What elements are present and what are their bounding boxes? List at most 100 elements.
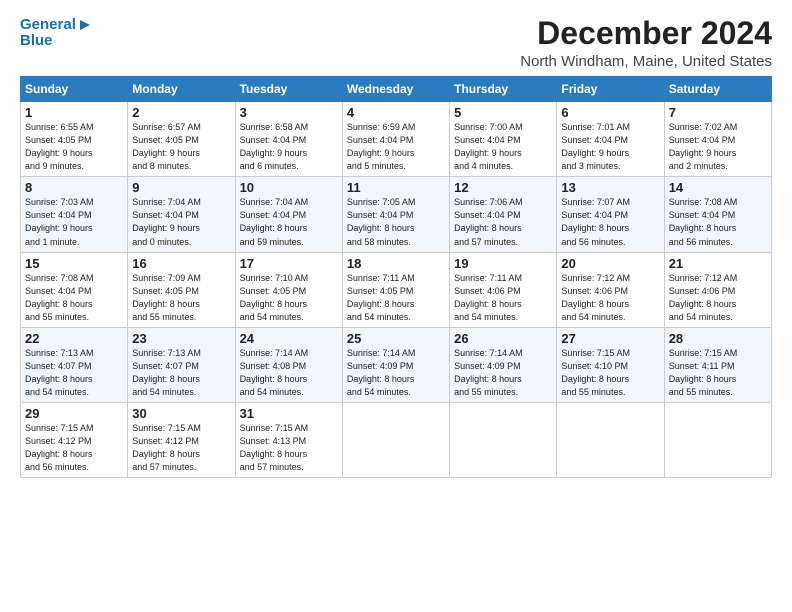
day-info: Sunrise: 7:02 AMSunset: 4:04 PMDaylight:… (669, 121, 767, 173)
calendar-cell: 7Sunrise: 7:02 AMSunset: 4:04 PMDaylight… (664, 102, 771, 177)
day-info: Sunrise: 6:55 AMSunset: 4:05 PMDaylight:… (25, 121, 123, 173)
day-info: Sunrise: 7:13 AMSunset: 4:07 PMDaylight:… (25, 347, 123, 399)
calendar-page: General Blue December 2024 North Windham… (0, 0, 792, 612)
calendar-cell (557, 402, 664, 477)
day-info: Sunrise: 7:11 AMSunset: 4:06 PMDaylight:… (454, 272, 552, 324)
header-wednesday: Wednesday (342, 77, 449, 102)
day-number: 16 (132, 256, 230, 271)
day-number: 13 (561, 180, 659, 195)
day-number: 11 (347, 180, 445, 195)
month-title: December 2024 (520, 16, 772, 51)
day-number: 27 (561, 331, 659, 346)
day-number: 25 (347, 331, 445, 346)
day-info: Sunrise: 6:59 AMSunset: 4:04 PMDaylight:… (347, 121, 445, 173)
day-info: Sunrise: 6:58 AMSunset: 4:04 PMDaylight:… (240, 121, 338, 173)
logo-blue: Blue (20, 32, 92, 50)
week-row-2: 8Sunrise: 7:03 AMSunset: 4:04 PMDaylight… (21, 177, 772, 252)
calendar-cell: 28Sunrise: 7:15 AMSunset: 4:11 PMDayligh… (664, 327, 771, 402)
day-info: Sunrise: 7:13 AMSunset: 4:07 PMDaylight:… (132, 347, 230, 399)
header-saturday: Saturday (664, 77, 771, 102)
day-number: 7 (669, 105, 767, 120)
calendar-cell: 4Sunrise: 6:59 AMSunset: 4:04 PMDaylight… (342, 102, 449, 177)
day-info: Sunrise: 7:04 AMSunset: 4:04 PMDaylight:… (132, 196, 230, 248)
header-friday: Friday (557, 77, 664, 102)
calendar-cell: 15Sunrise: 7:08 AMSunset: 4:04 PMDayligh… (21, 252, 128, 327)
day-number: 19 (454, 256, 552, 271)
calendar-cell: 10Sunrise: 7:04 AMSunset: 4:04 PMDayligh… (235, 177, 342, 252)
day-info: Sunrise: 7:11 AMSunset: 4:05 PMDaylight:… (347, 272, 445, 324)
logo-triangle-icon (78, 18, 92, 32)
calendar-cell: 29Sunrise: 7:15 AMSunset: 4:12 PMDayligh… (21, 402, 128, 477)
day-number: 20 (561, 256, 659, 271)
day-number: 21 (669, 256, 767, 271)
day-info: Sunrise: 7:15 AMSunset: 4:10 PMDaylight:… (561, 347, 659, 399)
calendar-cell: 19Sunrise: 7:11 AMSunset: 4:06 PMDayligh… (450, 252, 557, 327)
day-info: Sunrise: 7:15 AMSunset: 4:12 PMDaylight:… (132, 422, 230, 474)
day-info: Sunrise: 7:14 AMSunset: 4:09 PMDaylight:… (454, 347, 552, 399)
day-number: 17 (240, 256, 338, 271)
day-info: Sunrise: 6:57 AMSunset: 4:05 PMDaylight:… (132, 121, 230, 173)
calendar-cell: 16Sunrise: 7:09 AMSunset: 4:05 PMDayligh… (128, 252, 235, 327)
day-number: 2 (132, 105, 230, 120)
calendar-cell: 25Sunrise: 7:14 AMSunset: 4:09 PMDayligh… (342, 327, 449, 402)
day-info: Sunrise: 7:14 AMSunset: 4:09 PMDaylight:… (347, 347, 445, 399)
calendar-cell: 21Sunrise: 7:12 AMSunset: 4:06 PMDayligh… (664, 252, 771, 327)
week-row-4: 22Sunrise: 7:13 AMSunset: 4:07 PMDayligh… (21, 327, 772, 402)
calendar-cell: 27Sunrise: 7:15 AMSunset: 4:10 PMDayligh… (557, 327, 664, 402)
header-sunday: Sunday (21, 77, 128, 102)
day-number: 18 (347, 256, 445, 271)
calendar-cell: 14Sunrise: 7:08 AMSunset: 4:04 PMDayligh… (664, 177, 771, 252)
calendar-cell: 26Sunrise: 7:14 AMSunset: 4:09 PMDayligh… (450, 327, 557, 402)
calendar-cell: 12Sunrise: 7:06 AMSunset: 4:04 PMDayligh… (450, 177, 557, 252)
day-number: 15 (25, 256, 123, 271)
calendar-cell: 17Sunrise: 7:10 AMSunset: 4:05 PMDayligh… (235, 252, 342, 327)
header: General Blue December 2024 North Windham… (20, 16, 772, 70)
header-thursday: Thursday (450, 77, 557, 102)
week-row-3: 15Sunrise: 7:08 AMSunset: 4:04 PMDayligh… (21, 252, 772, 327)
calendar-cell: 23Sunrise: 7:13 AMSunset: 4:07 PMDayligh… (128, 327, 235, 402)
logo: General Blue (20, 16, 92, 50)
day-number: 24 (240, 331, 338, 346)
day-number: 14 (669, 180, 767, 195)
day-number: 12 (454, 180, 552, 195)
day-info: Sunrise: 7:00 AMSunset: 4:04 PMDaylight:… (454, 121, 552, 173)
calendar-cell: 6Sunrise: 7:01 AMSunset: 4:04 PMDaylight… (557, 102, 664, 177)
day-info: Sunrise: 7:12 AMSunset: 4:06 PMDaylight:… (561, 272, 659, 324)
calendar-cell: 9Sunrise: 7:04 AMSunset: 4:04 PMDaylight… (128, 177, 235, 252)
day-info: Sunrise: 7:08 AMSunset: 4:04 PMDaylight:… (25, 272, 123, 324)
calendar-cell (342, 402, 449, 477)
day-info: Sunrise: 7:03 AMSunset: 4:04 PMDaylight:… (25, 196, 123, 248)
day-info: Sunrise: 7:07 AMSunset: 4:04 PMDaylight:… (561, 196, 659, 248)
day-number: 8 (25, 180, 123, 195)
header-row: SundayMondayTuesdayWednesdayThursdayFrid… (21, 77, 772, 102)
day-number: 10 (240, 180, 338, 195)
day-info: Sunrise: 7:10 AMSunset: 4:05 PMDaylight:… (240, 272, 338, 324)
day-number: 4 (347, 105, 445, 120)
day-number: 28 (669, 331, 767, 346)
day-info: Sunrise: 7:06 AMSunset: 4:04 PMDaylight:… (454, 196, 552, 248)
day-number: 22 (25, 331, 123, 346)
calendar-cell: 13Sunrise: 7:07 AMSunset: 4:04 PMDayligh… (557, 177, 664, 252)
day-info: Sunrise: 7:15 AMSunset: 4:12 PMDaylight:… (25, 422, 123, 474)
day-number: 5 (454, 105, 552, 120)
calendar-cell: 1Sunrise: 6:55 AMSunset: 4:05 PMDaylight… (21, 102, 128, 177)
calendar-cell: 3Sunrise: 6:58 AMSunset: 4:04 PMDaylight… (235, 102, 342, 177)
calendar-table: SundayMondayTuesdayWednesdayThursdayFrid… (20, 76, 772, 478)
day-info: Sunrise: 7:01 AMSunset: 4:04 PMDaylight:… (561, 121, 659, 173)
day-info: Sunrise: 7:15 AMSunset: 4:11 PMDaylight:… (669, 347, 767, 399)
calendar-cell: 8Sunrise: 7:03 AMSunset: 4:04 PMDaylight… (21, 177, 128, 252)
day-info: Sunrise: 7:09 AMSunset: 4:05 PMDaylight:… (132, 272, 230, 324)
day-info: Sunrise: 7:15 AMSunset: 4:13 PMDaylight:… (240, 422, 338, 474)
calendar-cell: 18Sunrise: 7:11 AMSunset: 4:05 PMDayligh… (342, 252, 449, 327)
day-number: 31 (240, 406, 338, 421)
calendar-cell: 2Sunrise: 6:57 AMSunset: 4:05 PMDaylight… (128, 102, 235, 177)
day-number: 1 (25, 105, 123, 120)
calendar-cell (450, 402, 557, 477)
calendar-cell: 11Sunrise: 7:05 AMSunset: 4:04 PMDayligh… (342, 177, 449, 252)
calendar-cell: 22Sunrise: 7:13 AMSunset: 4:07 PMDayligh… (21, 327, 128, 402)
calendar-cell: 31Sunrise: 7:15 AMSunset: 4:13 PMDayligh… (235, 402, 342, 477)
day-number: 26 (454, 331, 552, 346)
header-monday: Monday (128, 77, 235, 102)
day-number: 30 (132, 406, 230, 421)
title-block: December 2024 North Windham, Maine, Unit… (520, 16, 772, 70)
